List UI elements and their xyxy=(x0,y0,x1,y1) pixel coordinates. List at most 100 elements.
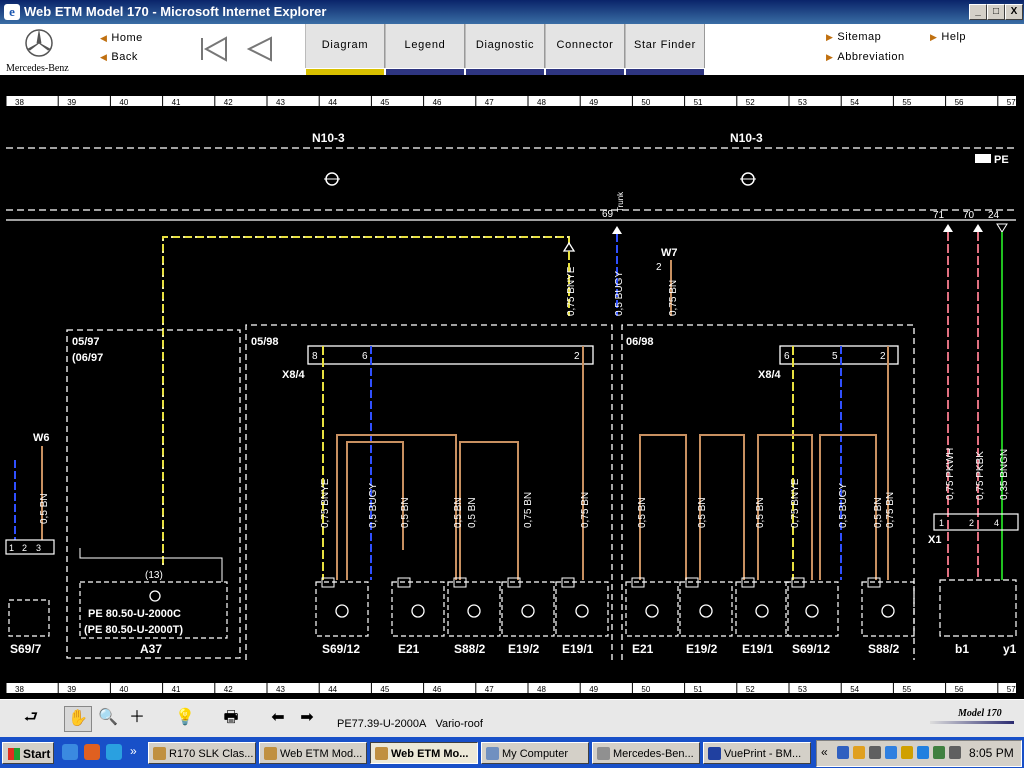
minimize-button[interactable]: _ xyxy=(969,4,987,20)
task-item[interactable]: VuePrint - BM... xyxy=(703,742,811,764)
tray-icon[interactable] xyxy=(869,746,881,759)
pin-number: 8 xyxy=(312,351,318,362)
wire-label: 0,35 BNGN xyxy=(999,449,1010,500)
component-box[interactable] xyxy=(555,581,609,637)
wire-label: 0,75 BN xyxy=(580,492,591,528)
home-link[interactable]: ◀ Home xyxy=(100,32,143,44)
tray-icon[interactable] xyxy=(837,746,849,759)
component-box[interactable] xyxy=(785,581,839,637)
component-box[interactable] xyxy=(861,581,915,637)
tab-diagnostic[interactable]: Diagnostic xyxy=(465,24,545,75)
arrow-right-icon: ▶ xyxy=(826,52,834,62)
tab-diagram[interactable]: Diagram xyxy=(305,24,385,75)
lamp-switch-icon xyxy=(699,604,713,618)
lamp-switch-icon xyxy=(805,604,819,618)
pin-number: 2 xyxy=(22,543,27,553)
grid-number: 42 xyxy=(224,98,233,107)
task-item[interactable]: My Computer xyxy=(481,742,589,764)
arrow-forward-icon[interactable]: ➡ xyxy=(294,706,320,730)
w7-connector-label: W7 xyxy=(661,247,678,259)
print-icon[interactable]: 🖶 xyxy=(218,706,244,730)
close-button[interactable]: X xyxy=(1005,4,1023,20)
chevron-right-icon[interactable]: » xyxy=(130,744,142,760)
tray-icon[interactable] xyxy=(933,746,945,759)
component-box[interactable] xyxy=(679,581,733,637)
task-item-active[interactable]: Web ETM Mo... xyxy=(370,742,478,764)
wiring-diagram-svg[interactable]: 38 39 40 41 42 43 44 45 46 47 48 49 50 51 52 53 54 55 56 57… xyxy=(0,75,1024,699)
wire-label: 0,75 BNYE xyxy=(566,266,577,316)
grid-number: 53 xyxy=(798,98,807,107)
trunk-label: Trunk xyxy=(616,191,625,212)
component-box[interactable] xyxy=(447,581,501,637)
component-label: A37 xyxy=(140,642,162,656)
windows-flag-icon xyxy=(8,748,20,760)
component-box[interactable] xyxy=(315,581,369,637)
wire-label: 0,5 BN xyxy=(467,497,478,528)
task-item[interactable]: Mercedes-Ben... xyxy=(592,742,700,764)
pin-number: 6 xyxy=(362,351,368,362)
tab-star-finder[interactable]: Star Finder xyxy=(625,24,705,75)
wire-label: 0,75 PKBK xyxy=(975,451,986,500)
warning-icon[interactable] xyxy=(853,746,865,759)
arrow-back-icon[interactable]: ⬅ xyxy=(265,706,291,730)
lamp-switch-icon xyxy=(881,604,895,618)
back-link[interactable]: ◀ Back xyxy=(100,51,138,63)
model-mark: Model 170 xyxy=(958,708,1002,719)
grid-number: 52 xyxy=(746,685,755,694)
module-symbol-icon xyxy=(324,172,340,186)
grid-number: 49 xyxy=(589,98,598,107)
grid-number: 57 xyxy=(1007,685,1016,694)
abbreviation-link[interactable]: ▶ Abbreviation xyxy=(826,51,905,63)
arrow-left-icon: ◀ xyxy=(100,33,108,43)
wire-label: 0,5 BN xyxy=(697,497,708,528)
browser-quicklaunch-icon[interactable] xyxy=(106,744,122,760)
wire-label: 0,75 BN xyxy=(885,492,896,528)
wiring-diagram[interactable]: 38 39 40 41 42 43 44 45 46 47 48 49 50 51 52 53 54 55 56 57… xyxy=(0,75,1024,699)
section-label: (06/97 xyxy=(72,352,103,364)
wire-label: 0,5 BUGY xyxy=(368,483,379,528)
grid-number: 52 xyxy=(746,98,755,107)
crosshair-icon[interactable]: ＋ xyxy=(124,706,150,730)
section-label: 05/97 xyxy=(72,336,100,348)
grid-number: 47 xyxy=(485,98,494,107)
tab-connector[interactable]: Connector xyxy=(545,24,625,75)
document-title: Vario-roof xyxy=(435,718,483,730)
component-label: S69/12 xyxy=(792,642,830,656)
maximize-button[interactable]: □ xyxy=(987,4,1005,20)
return-icon[interactable]: ⮐ xyxy=(18,706,44,730)
grid-number: 55 xyxy=(902,685,911,694)
task-item[interactable]: R170 SLK Clas... xyxy=(148,742,256,764)
first-page-icon[interactable] xyxy=(198,36,230,62)
wire-label: 0,75 BN xyxy=(668,280,679,316)
grid-number: 48 xyxy=(537,685,546,694)
component-label: S88/2 xyxy=(454,642,486,656)
help-link[interactable]: ▶ Help xyxy=(930,31,966,43)
component-label: S88/2 xyxy=(868,642,900,656)
network-icon[interactable] xyxy=(885,746,897,759)
mercedes-logo[interactable]: Mercedes-Benz xyxy=(4,26,72,74)
component-box[interactable] xyxy=(735,581,789,637)
tray-icon[interactable] xyxy=(917,746,929,759)
sitemap-link[interactable]: ▶ Sitemap xyxy=(826,31,881,43)
component-box[interactable] xyxy=(501,581,555,637)
ie-quicklaunch-icon[interactable] xyxy=(62,744,78,760)
wire-label: 0,5 BN xyxy=(755,497,766,528)
window-title-bar[interactable]: e Web ETM Model 170 - Microsoft Internet… xyxy=(0,0,1024,24)
pan-hand-icon[interactable]: ✋ xyxy=(64,706,92,732)
previous-page-icon[interactable] xyxy=(244,36,274,62)
model-bar xyxy=(930,721,1014,724)
component-label: E21 xyxy=(632,642,654,656)
start-button[interactable]: Start xyxy=(2,742,54,764)
tab-legend[interactable]: Legend xyxy=(385,24,465,75)
shield-icon[interactable] xyxy=(901,746,913,759)
media-quicklaunch-icon[interactable] xyxy=(84,744,100,760)
component-box[interactable] xyxy=(391,581,445,637)
grid-number: 55 xyxy=(902,98,911,107)
lightbulb-icon[interactable]: 💡 xyxy=(172,706,198,730)
task-item[interactable]: Web ETM Mod... xyxy=(259,742,367,764)
chevron-left-icon[interactable]: « xyxy=(821,745,828,759)
lamp-switch-icon xyxy=(575,604,589,618)
component-box[interactable] xyxy=(625,581,679,637)
volume-icon[interactable] xyxy=(949,746,961,759)
zoom-icon[interactable]: 🔍 xyxy=(95,706,121,730)
